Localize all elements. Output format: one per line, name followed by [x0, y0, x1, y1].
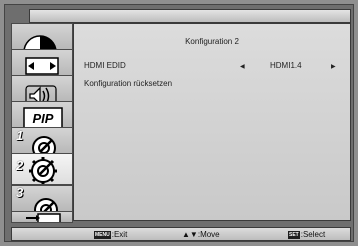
select-hint: SET:Select: [288, 230, 325, 239]
hdmi-edid-value: HDMI1.4: [270, 61, 302, 70]
sidebar-item-configuration-2[interactable]: 2: [11, 153, 73, 185]
exit-label: :Exit: [111, 230, 128, 239]
exit-hint: MENU:Exit: [94, 230, 127, 239]
settings-panel: Konfiguration 2 HDMI EDID ◀ HDMI1.4 ▶ Ko…: [73, 23, 351, 221]
move-hint: ▲▼:Move: [182, 230, 220, 239]
sidebar-item-input[interactable]: [11, 211, 73, 223]
set-key-icon: SET: [288, 230, 300, 239]
config-2-number: 2: [16, 158, 24, 173]
panel-title: Konfiguration 2: [185, 37, 239, 46]
pip-label: PIP: [33, 111, 54, 126]
hdmi-edid-label[interactable]: HDMI EDID: [84, 61, 126, 70]
hdmi-edid-right-arrow[interactable]: ▶: [331, 63, 336, 70]
menu-key-icon: MENU: [94, 230, 111, 239]
select-label: :Select: [300, 230, 326, 239]
config-1-number: 1: [16, 128, 24, 143]
reset-configuration-item[interactable]: Konfiguration rücksetzen: [84, 79, 172, 88]
hdmi-edid-left-arrow[interactable]: ◀: [240, 63, 245, 70]
input-icon: [26, 213, 61, 222]
title-bar: [29, 9, 351, 23]
move-keys-icon: ▲▼: [182, 230, 198, 239]
osd-menu: PIP 1 2 3 Konfiguration 2 HDMI EDID ◀ HD…: [4, 4, 354, 242]
footer-hints: MENU:Exit ▲▼:Move SET:Select: [11, 227, 351, 241]
move-label: :Move: [197, 230, 220, 239]
config-3-number: 3: [16, 185, 24, 200]
sidebar: PIP 1 2 3: [11, 23, 73, 223]
